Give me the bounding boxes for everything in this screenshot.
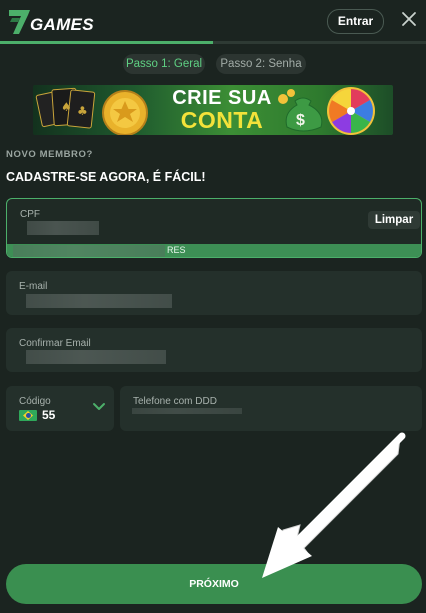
phone-field[interactable]: Telefone com DDD [120, 386, 422, 431]
cpf-hint-bar: RES [7, 244, 421, 257]
step-indicator: Passo 1: Geral Passo 2: Senha [0, 54, 426, 74]
brazil-flag-icon [19, 410, 37, 421]
progress-bar [0, 41, 426, 44]
login-button[interactable]: Entrar [327, 9, 384, 34]
svg-text:♣: ♣ [77, 104, 88, 118]
confirm-email-label: Confirmar Email [19, 338, 91, 349]
svg-text:$: $ [296, 112, 305, 129]
cpf-field[interactable]: CPF Limpar RES [6, 198, 422, 258]
promo-banner: ♠ ♣ $ CRIE SUA CONTA [33, 85, 393, 135]
clear-button[interactable]: Limpar [368, 211, 420, 229]
banner-subtitle: CONTA [180, 107, 264, 133]
progress-fill [0, 41, 213, 44]
confirm-email-value-redacted [26, 350, 166, 364]
email-field[interactable]: E-mail [6, 271, 422, 315]
country-code-label: Código [19, 396, 51, 407]
country-code-value: 55 [42, 408, 56, 422]
step-1-general: Passo 1: Geral [123, 54, 205, 74]
step-2-password: Passo 2: Senha [216, 54, 306, 74]
phone-label: Telefone com DDD [133, 396, 217, 407]
cpf-value-redacted [27, 221, 99, 235]
logo[interactable]: GAMES [6, 6, 96, 36]
banner-title: CRIE SUA [172, 87, 272, 109]
chevron-down-icon[interactable] [92, 402, 106, 412]
confirm-email-field[interactable]: Confirmar Email [6, 328, 422, 372]
svg-text:♠: ♠ [61, 100, 72, 114]
country-code-select[interactable]: Código 55 [6, 386, 114, 431]
header: GAMES Entrar [0, 0, 426, 42]
cpf-hint-text: RES [167, 245, 186, 255]
email-value-redacted [26, 294, 172, 308]
phone-value-redacted [132, 408, 242, 414]
cpf-label: CPF [20, 209, 40, 220]
cpf-hint-redacted [13, 245, 165, 257]
page-title: CADASTRE-SE AGORA, É FÁCIL! [6, 170, 206, 184]
email-label: E-mail [19, 281, 48, 292]
close-icon[interactable] [400, 10, 418, 28]
section-eyebrow: NOVO MEMBRO? [6, 149, 93, 160]
logo-text: GAMES [30, 15, 94, 34]
next-button[interactable]: PRÓXIMO [6, 564, 422, 604]
